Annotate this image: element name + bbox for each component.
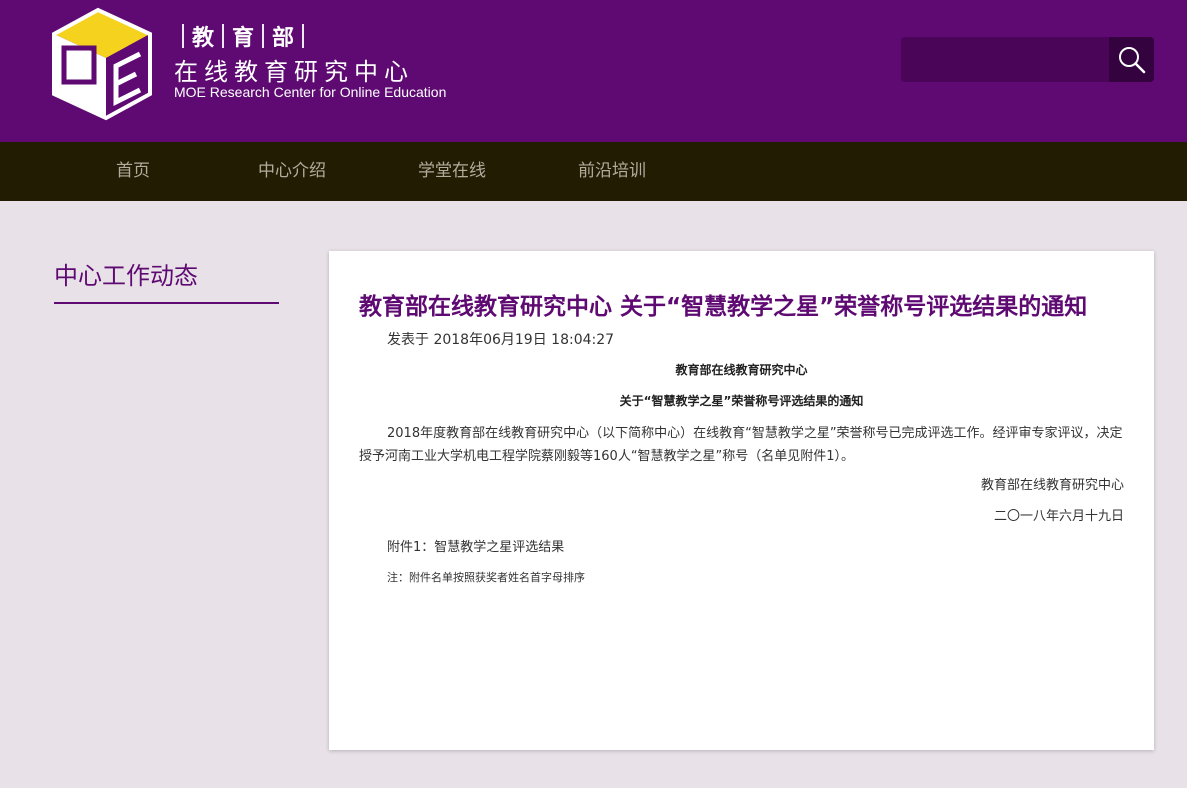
- article-signature-date: 二〇一八年六月十九日: [993, 509, 1124, 524]
- site-header: 教 育 部 在线教育研究中心 MOE Research Center for O…: [0, 0, 1187, 142]
- logo-english-name: MOE Research Center for Online Education: [174, 84, 447, 100]
- article-note: 注：附件名单按照获奖者姓名首字母排序: [387, 571, 585, 584]
- search-button[interactable]: [1109, 37, 1154, 82]
- nav-item-training[interactable]: 前沿培训: [578, 142, 646, 201]
- moe-logo-icon[interactable]: [50, 2, 155, 122]
- search-input[interactable]: [901, 37, 1109, 82]
- article-attachment-link[interactable]: 附件1：智慧教学之星评选结果: [387, 536, 564, 555]
- logo-ministry-label: 教 育 部: [174, 20, 312, 52]
- sidebar-divider: [54, 302, 279, 304]
- logo-char: 教: [192, 26, 215, 51]
- article-signature-org: 教育部在线教育研究中心: [980, 478, 1124, 493]
- nav-item-about[interactable]: 中心介绍: [258, 142, 326, 201]
- article-card: 教育部在线教育研究中心 关于“智慧教学之星”荣誉称号评选结果的通知 发表于 20…: [329, 251, 1154, 750]
- sidebar-title: 中心工作动态: [54, 262, 198, 290]
- article-title: 教育部在线教育研究中心 关于“智慧教学之星”荣誉称号评选结果的通知: [359, 294, 1088, 320]
- logo-char: 部: [272, 26, 295, 51]
- article-heading-subject: 关于“智慧教学之星”荣誉称号评选结果的通知: [619, 394, 864, 408]
- article-heading-org: 教育部在线教育研究中心: [675, 363, 808, 377]
- main-nav: 首页 中心介绍 学堂在线 前沿培训: [0, 142, 1187, 201]
- logo-center-name: 在线教育研究中心: [174, 58, 414, 86]
- nav-item-home[interactable]: 首页: [116, 142, 150, 201]
- logo-char: 育: [232, 26, 255, 51]
- article-publish-time: 发表于 2018年06月19日 18:04:27: [387, 332, 615, 348]
- search-box: [901, 37, 1154, 82]
- article-body: 2018年度教育部在线教育研究中心（以下简称中心）在线教育“智慧教学之星”荣誉称…: [359, 426, 1123, 464]
- nav-item-xuetangx[interactable]: 学堂在线: [418, 142, 486, 201]
- search-icon: [1118, 46, 1145, 73]
